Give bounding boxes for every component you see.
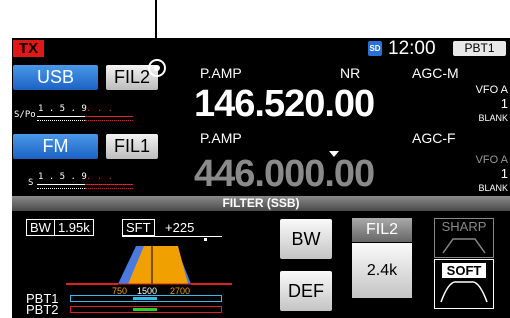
meter-bar-red [85, 116, 133, 121]
meter-bar [37, 116, 85, 121]
meter-bar [37, 184, 85, 189]
sharp-shape-icon [442, 238, 486, 254]
callout-circle-icon [148, 59, 166, 77]
meter-label: S [28, 178, 34, 188]
sft-underline [122, 236, 222, 237]
agc-label-sub: AGC-F [412, 130, 456, 146]
s-meter-sub: S 1 . 5 . 9 . . . [14, 172, 166, 190]
soft-shape-line [440, 281, 488, 303]
meter-plus: . . . [86, 104, 114, 114]
meter-scale: 1 . 5 . 9 [38, 104, 87, 114]
sd-card-icon: SD [368, 41, 382, 56]
meter-scale: 1 . 5 . 9 [38, 172, 87, 182]
bw-button[interactable]: BW [280, 219, 332, 259]
frequency-main[interactable]: 146.520.00 [194, 84, 375, 124]
sft-label: SFT [122, 219, 155, 236]
blank-label-sub: BLANK [478, 183, 508, 193]
pbt2-indicator [133, 308, 157, 311]
meter-bar-red [85, 184, 133, 189]
vfo-num-main: 1 [500, 96, 508, 111]
mode-button-main[interactable]: USB [13, 65, 98, 90]
pbt2-bar[interactable] [70, 306, 222, 313]
meter-plus: . . . [86, 172, 114, 182]
radio-display: TX SD 12:00 PBT1 USB FIL2 P.AMP NR AGC-M… [12, 38, 510, 318]
bw-readout: BW 1.95k [26, 219, 94, 237]
meter-label: S/Po [14, 110, 36, 120]
mode-button-sub[interactable]: FM [13, 134, 98, 159]
pbt1-indicator [133, 297, 157, 300]
filter-select-value[interactable]: 2.4k [352, 243, 412, 298]
agc-label-main: AGC-M [412, 65, 459, 81]
s-meter-main: S/Po 1 . 5 . 9 . . . [14, 104, 166, 122]
sharp-shape-line [442, 238, 486, 254]
vfo-label-main: VFO A [475, 84, 508, 96]
soft-shape-icon [440, 281, 488, 303]
sft-readout: SFT +225 [122, 219, 222, 237]
pbt2-label: PBT2 [26, 302, 59, 317]
blank-label-main: BLANK [478, 113, 508, 123]
pamp-label-sub: P.AMP [200, 130, 242, 146]
vfo-label-sub: VFO A [475, 154, 508, 166]
soft-label: SOFT [442, 263, 486, 278]
sharp-button[interactable]: SHARP [434, 218, 494, 258]
bw-value: 1.95k [54, 219, 94, 236]
pamp-label-main: P.AMP [200, 65, 242, 81]
soft-button[interactable]: SOFT [434, 259, 494, 309]
tx-indicator: TX [13, 40, 44, 57]
sft-value: +225 [165, 220, 195, 235]
def-button[interactable]: DEF [280, 271, 332, 311]
sharp-label: SHARP [441, 219, 487, 234]
clock: 12:00 [388, 38, 436, 59]
frequency-sub[interactable]: 446.000.00 [194, 154, 375, 194]
filter-panel-title: FILTER (SSB) [12, 196, 510, 211]
filter-select-label[interactable]: FIL2 [352, 218, 412, 242]
pbt1-bar[interactable] [70, 295, 222, 302]
nr-label: NR [340, 65, 361, 81]
bw-label: BW [26, 219, 55, 236]
pbt-indicator[interactable]: PBT1 [453, 41, 506, 56]
vfo-num-sub: 1 [500, 166, 508, 181]
callout-dot [154, 65, 160, 71]
filter-button-sub[interactable]: FIL1 [106, 134, 158, 159]
